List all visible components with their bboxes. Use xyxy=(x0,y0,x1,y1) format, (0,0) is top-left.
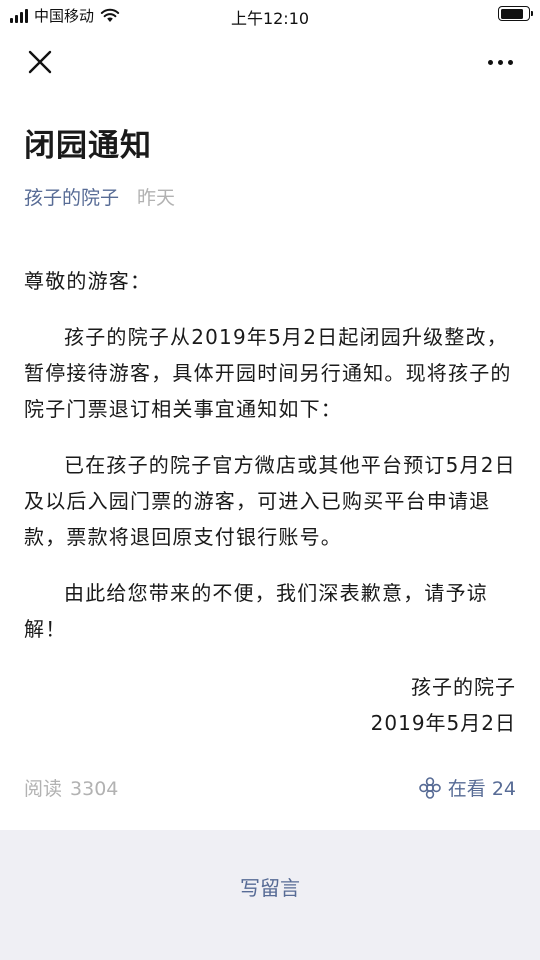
paragraph: 由此给您带来的不便，我们深表歉意，请予谅解！ xyxy=(24,581,488,641)
comment-area: 写留言 xyxy=(0,830,540,960)
close-icon xyxy=(28,50,52,74)
article-stats: 阅读 3304 在看 24 xyxy=(24,774,516,804)
signature-date: 2019年5月2日 xyxy=(370,711,516,735)
watching-button[interactable]: 在看 24 xyxy=(418,774,516,801)
battery-icon xyxy=(498,6,533,21)
read-count: 阅读 3304 xyxy=(24,774,118,801)
more-icon xyxy=(497,59,503,65)
publish-date: 昨天 xyxy=(137,187,176,209)
signature-org: 孩子的院子 xyxy=(411,675,516,699)
flower-icon xyxy=(418,776,441,799)
status-time: 上午12:10 xyxy=(230,9,310,28)
write-comment-button[interactable]: 写留言 xyxy=(0,872,540,901)
status-right xyxy=(498,6,533,21)
article-body: 尊敬的游客： 孩子的院子从2019年5月2日起闭园升级整改，暂停接待游客，具体开… xyxy=(24,263,522,667)
paragraph: 已在孩子的院子官方微店或其他平台预订5月2日及以后入园门票的游客，可进入已购买平… xyxy=(24,453,516,549)
greeting: 尊敬的游客： xyxy=(24,269,152,293)
author-link[interactable]: 孩子的院子 xyxy=(24,183,119,210)
status-bar: 中国移动 上午12:10 xyxy=(0,0,540,30)
close-button[interactable] xyxy=(26,48,54,76)
paragraph: 孩子的院子从2019年5月2日起闭园升级整改，暂停接待游客，具体开园时间另行通知… xyxy=(24,325,512,421)
nav-bar xyxy=(0,40,540,84)
battery-level xyxy=(500,8,524,19)
watching-label: 在看 24 xyxy=(447,778,516,800)
article-title: 闭园通知 xyxy=(24,128,152,164)
more-icon xyxy=(507,59,513,65)
more-icon xyxy=(487,59,493,65)
read-label: 阅读 xyxy=(24,778,63,800)
article-meta: 孩子的院子 昨天 xyxy=(24,183,175,210)
article-page: 中国移动 上午12:10 闭园通知 孩子的院子 昨天 尊敬的游客： 孩子的院子从… xyxy=(0,0,540,960)
signature: 孩子的院子 2019年5月2日 xyxy=(371,669,516,741)
more-button[interactable] xyxy=(482,48,518,76)
read-number: 3304 xyxy=(70,778,119,800)
